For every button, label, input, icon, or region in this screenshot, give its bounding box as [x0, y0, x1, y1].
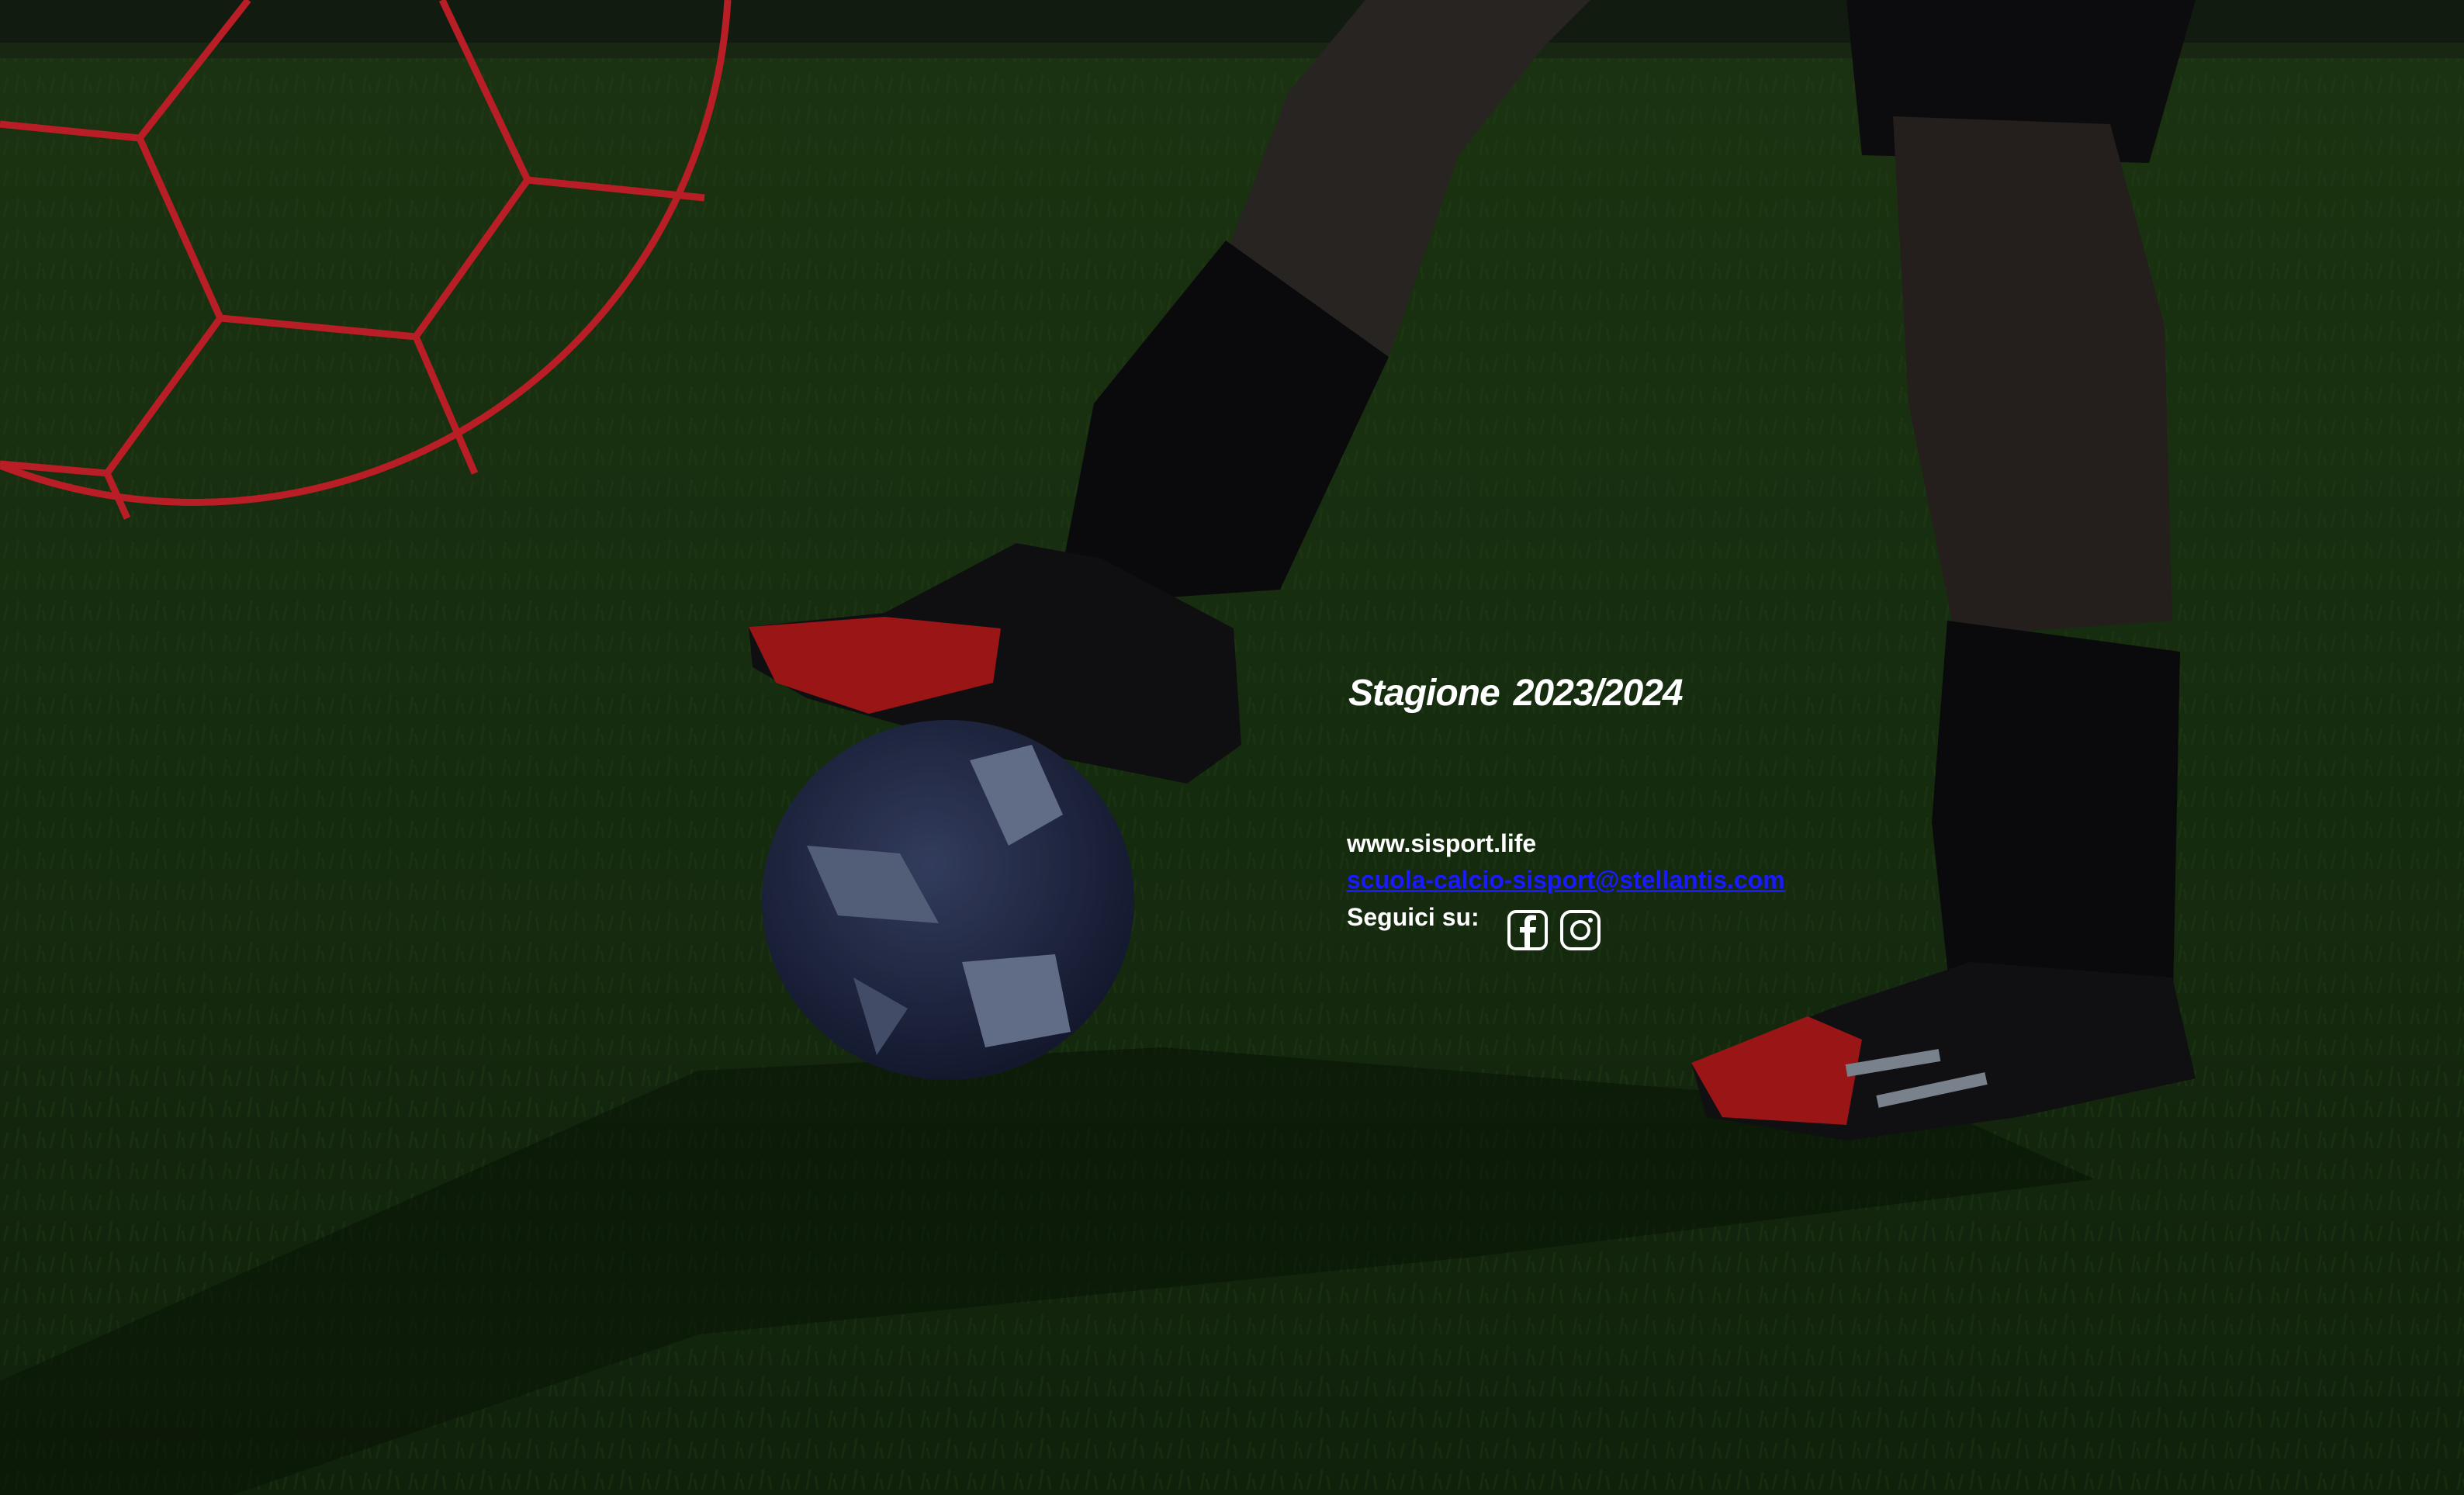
season-year: 2023/2024 [1513, 673, 1684, 714]
season-label: Stagione [1348, 673, 1500, 714]
background-photo [0, 0, 2464, 1495]
website-link[interactable]: www.sisport.life [1347, 829, 1536, 858]
facebook-icon[interactable] [1507, 909, 1549, 951]
instagram-icon[interactable] [1559, 909, 1601, 951]
email-link[interactable]: scuola-calcio-sisport@stellantis.com [1347, 866, 1785, 895]
follow-us-label: Seguici su: [1347, 903, 1479, 931]
season-title: Stagione 2023/2024 [1348, 672, 1697, 715]
